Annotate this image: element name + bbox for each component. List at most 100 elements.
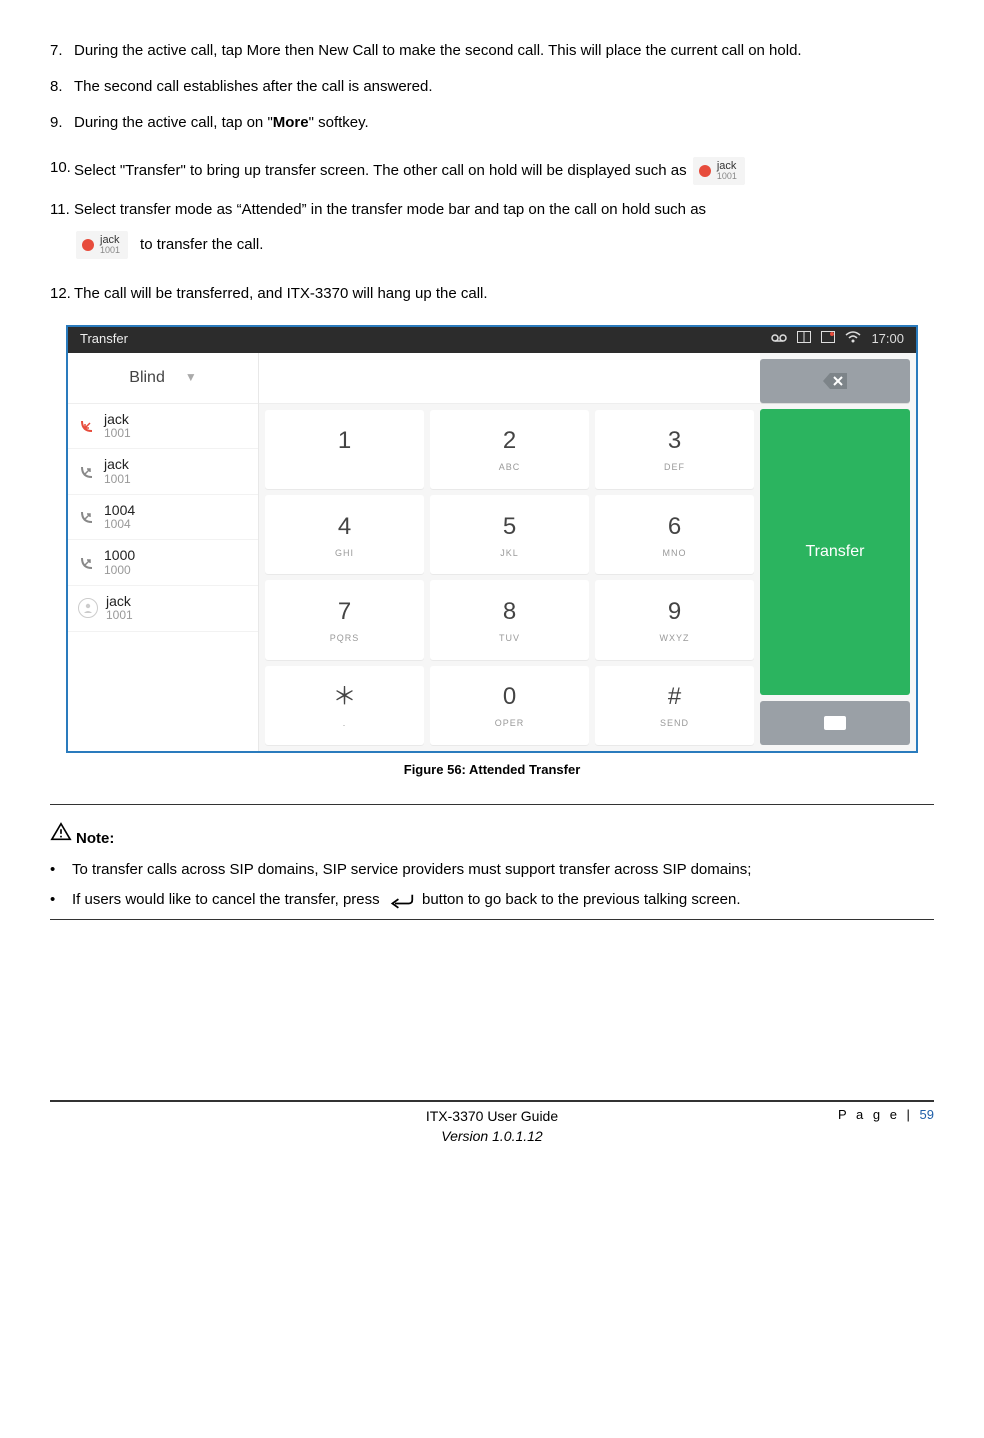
text-part: During the active call, tap on " bbox=[74, 114, 273, 131]
text-part: " softkey. bbox=[309, 114, 369, 131]
call-name: 1004 bbox=[104, 503, 135, 518]
call-hold-badge: jack 1001 bbox=[693, 157, 745, 185]
keypad-key[interactable]: # SEND bbox=[595, 666, 754, 745]
contact-avatar-icon bbox=[78, 598, 98, 618]
key-sub: WXYZ bbox=[660, 632, 690, 645]
keypad-key[interactable]: 1 bbox=[265, 410, 424, 489]
step-11: 11. Select transfer mode as “Attended” i… bbox=[50, 199, 934, 259]
call-ext: 1001 bbox=[104, 427, 131, 440]
incoming-call-icon bbox=[78, 417, 96, 435]
divider bbox=[50, 919, 934, 920]
page-footer: ITX-3370 User Guide Version 1.0.1.12 P a… bbox=[50, 1100, 934, 1125]
back-icon bbox=[388, 891, 414, 909]
step-8: 8. The second call establishes after the… bbox=[50, 76, 934, 98]
keypad-key[interactable]: 0OPER bbox=[430, 666, 589, 745]
keypad-key[interactable]: 7PQRS bbox=[265, 580, 424, 659]
call-name: jack bbox=[104, 412, 131, 427]
outgoing-call-icon bbox=[78, 463, 96, 481]
dial-input[interactable] bbox=[259, 353, 760, 404]
call-list-item[interactable]: jack1001 bbox=[68, 449, 258, 495]
keypad-key[interactable]: 9 WXYZ bbox=[595, 580, 754, 659]
key-sub: ABC bbox=[499, 461, 521, 474]
notification-dot-icon bbox=[821, 330, 835, 349]
keypad-key[interactable]: 4GHI bbox=[265, 495, 424, 574]
bullet-text: If users would like to cancel the transf… bbox=[72, 889, 741, 911]
bullet-text: To transfer calls across SIP domains, SI… bbox=[72, 859, 751, 881]
step-number: 8. bbox=[50, 76, 74, 98]
wifi-icon bbox=[845, 330, 861, 349]
footer-rule bbox=[50, 1100, 934, 1102]
step-number: 7. bbox=[50, 40, 74, 62]
keyboard-icon bbox=[824, 716, 846, 730]
step-number: 11. bbox=[50, 199, 74, 259]
footer-title: ITX-3370 User Guide bbox=[50, 1106, 934, 1126]
figure-screenshot: Transfer 17:00 Blind bbox=[66, 325, 918, 753]
badge-ext: 1001 bbox=[100, 246, 120, 255]
call-name: jack bbox=[106, 594, 133, 609]
step-text: Select transfer mode as “Attended” in th… bbox=[74, 199, 934, 259]
mode-label: Blind bbox=[129, 366, 165, 389]
key-sub: OPER bbox=[495, 717, 525, 730]
bullet-icon: • bbox=[50, 889, 72, 911]
call-list-item[interactable]: jack1001 bbox=[68, 404, 258, 450]
key-digit: # bbox=[668, 680, 681, 715]
divider bbox=[50, 804, 934, 805]
step-number: 12. bbox=[50, 283, 74, 305]
keypad-key[interactable]: 5JKL bbox=[430, 495, 589, 574]
call-name: 1000 bbox=[104, 548, 135, 563]
transfer-left-panel: Blind ▼ jack1001jack10011004100410001000… bbox=[68, 353, 259, 751]
chevron-down-icon: ▼ bbox=[185, 369, 197, 386]
call-list-item[interactable]: jack1001 bbox=[68, 586, 258, 632]
footer-version: Version 1.0.1.12 bbox=[50, 1126, 934, 1146]
keypad-key[interactable]: ＊. bbox=[265, 666, 424, 745]
call-list-item[interactable]: 10041004 bbox=[68, 495, 258, 541]
dialer-panel: 1 2 ABC 3DEF 4GHI5JKL6MNO 7PQRS8TUV 9 WXYZ ＊.0O… bbox=[259, 353, 760, 751]
key-digit: 9 bbox=[668, 595, 681, 630]
keypad-key[interactable]: 8TUV bbox=[430, 580, 589, 659]
keyboard-toggle-button[interactable] bbox=[760, 701, 910, 745]
status-dot-icon bbox=[699, 165, 711, 177]
footer-center: ITX-3370 User Guide Version 1.0.1.12 bbox=[50, 1106, 934, 1147]
status-icons: 17:00 bbox=[771, 330, 904, 349]
call-list-item[interactable]: 10001000 bbox=[68, 540, 258, 586]
keypad-key[interactable]: 6MNO bbox=[595, 495, 754, 574]
bullet-icon: • bbox=[50, 859, 72, 881]
step-10: 10. Select "Transfer" to bring up transf… bbox=[50, 157, 934, 185]
key-sub: JKL bbox=[500, 547, 519, 560]
step-number: 10. bbox=[50, 157, 74, 185]
call-ext: 1001 bbox=[106, 609, 133, 622]
key-sub: SEND bbox=[660, 717, 689, 730]
call-history-list: jack1001jack10011004100410001000jack1001 bbox=[68, 404, 258, 632]
backspace-button[interactable] bbox=[760, 359, 910, 403]
step-7: 7. During the active call, tap More then… bbox=[50, 40, 934, 62]
step-12: 12. The call will be transferred, and IT… bbox=[50, 283, 934, 305]
note-bullet-2: • If users would like to cancel the tran… bbox=[50, 889, 934, 911]
status-bar: Transfer 17:00 bbox=[68, 327, 916, 353]
status-dot-icon bbox=[82, 239, 94, 251]
call-name: jack bbox=[104, 457, 131, 472]
text-part: Select transfer mode as “Attended” in th… bbox=[74, 199, 934, 221]
keypad-key[interactable]: 3DEF bbox=[595, 410, 754, 489]
text-part: If users would like to cancel the transf… bbox=[72, 891, 380, 908]
key-digit: 2 bbox=[503, 424, 516, 459]
key-digit: 1 bbox=[338, 424, 351, 459]
text-bold: More bbox=[273, 114, 309, 131]
key-sub: MNO bbox=[663, 547, 687, 560]
note-heading: Note: bbox=[50, 821, 934, 850]
key-digit: 8 bbox=[503, 595, 516, 630]
call-ext: 1001 bbox=[104, 473, 131, 486]
transfer-button[interactable]: Transfer bbox=[760, 409, 910, 695]
call-ext: 1000 bbox=[104, 564, 135, 577]
note-bullet-1: • To transfer calls across SIP domains, … bbox=[50, 859, 934, 881]
key-sub: . bbox=[343, 717, 347, 730]
step-number: 9. bbox=[50, 112, 74, 134]
transfer-mode-selector[interactable]: Blind ▼ bbox=[68, 353, 258, 404]
text-part: Select "Transfer" to bring up transfer s… bbox=[74, 162, 687, 179]
panel-icon bbox=[797, 330, 811, 349]
key-digit: 7 bbox=[338, 595, 351, 630]
step-text: Select "Transfer" to bring up transfer s… bbox=[74, 157, 934, 185]
keypad-key[interactable]: 2 ABC bbox=[430, 410, 589, 489]
transfer-label: Transfer bbox=[806, 540, 865, 563]
key-sub bbox=[343, 461, 347, 474]
screen-title: Transfer bbox=[80, 330, 128, 349]
